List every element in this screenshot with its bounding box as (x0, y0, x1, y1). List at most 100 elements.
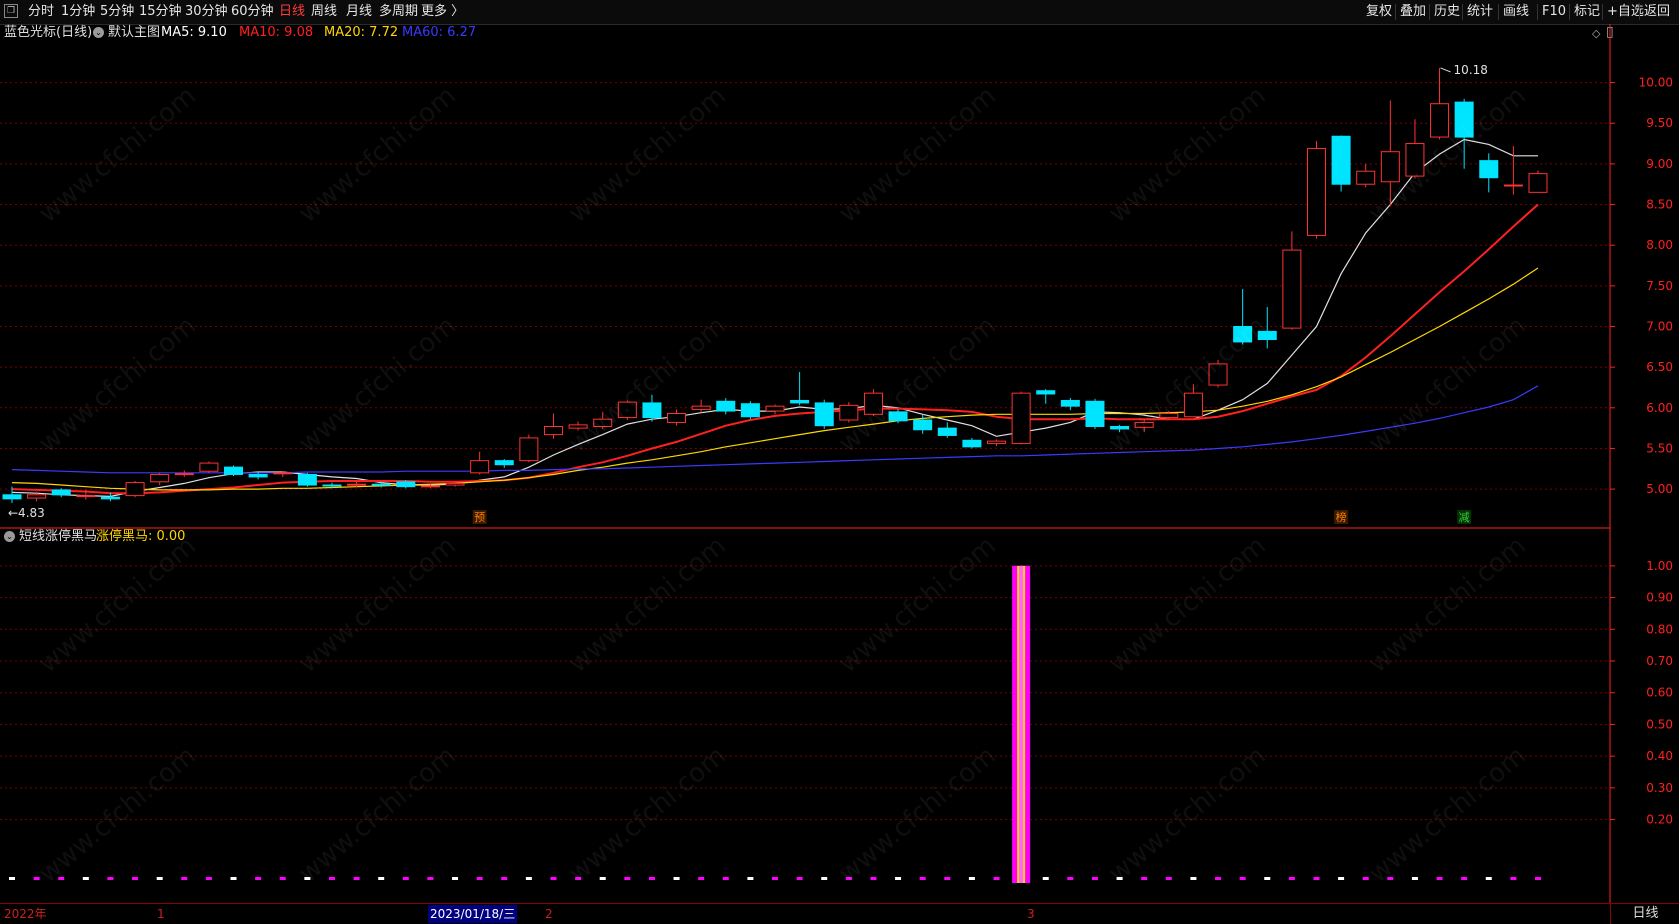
period-tab-2[interactable]: 5分钟 (100, 3, 134, 21)
toolbar-button-8[interactable]: 返回 (1644, 3, 1670, 21)
zero-signal-dot (1264, 877, 1271, 880)
candle-down (1331, 135, 1351, 185)
candle-down (1036, 390, 1056, 395)
zero-signal-dot (230, 877, 237, 880)
sub-indicator-name[interactable]: 短线涨停黑马 (19, 528, 97, 546)
candle-down (248, 473, 268, 478)
zero-signal-dot (1461, 877, 1468, 880)
candle-up (76, 495, 96, 498)
zero-signal-dot (599, 877, 606, 880)
zero-signal-dot (378, 877, 385, 880)
period-tab-6[interactable]: 日线 (279, 3, 305, 21)
signal-bar-highlight (1019, 565, 1024, 883)
zero-signal-dot (1436, 877, 1443, 880)
candle-down (1257, 330, 1277, 341)
candle-down (790, 399, 810, 404)
toolbar-button-1[interactable]: 叠加 (1400, 3, 1426, 21)
zero-signal-dot (772, 877, 778, 880)
toolbar-button-3[interactable]: 统计 (1467, 3, 1493, 21)
toolbar-separator (1569, 4, 1570, 20)
ma20-line (11, 267, 1539, 491)
toolbar-separator (1395, 4, 1396, 20)
candle-up (839, 404, 859, 421)
zero-signal-dot (427, 877, 434, 880)
toolbar-separator (1602, 4, 1603, 20)
period-tab-10[interactable]: 更多 〉 (421, 3, 464, 21)
date-label-month-2: 2 (545, 907, 553, 921)
ma10-line (11, 203, 1539, 495)
event-marker-0: 预 (474, 511, 485, 524)
candle-up (568, 424, 588, 429)
zero-signal-dot (550, 877, 557, 880)
zero-signal-dot (1091, 877, 1098, 880)
candle-up (273, 472, 293, 475)
zero-signal-dot (353, 877, 360, 880)
zero-signal-dot (205, 877, 212, 880)
zero-signal-dot (944, 877, 951, 880)
toolbar-separator (1537, 4, 1538, 20)
candle-up (27, 494, 47, 499)
candle-up (445, 482, 465, 486)
zero-signal-dot (895, 877, 902, 880)
candle-down (937, 427, 957, 436)
candle-up (1134, 421, 1154, 428)
candle-up (1503, 184, 1523, 187)
toolbar-button-5[interactable]: F10 (1542, 3, 1566, 21)
price-tick-label: 9.00 (1646, 157, 1673, 171)
period-tab-1[interactable]: 1分钟 (61, 3, 95, 21)
price-tick-label: 8.00 (1646, 238, 1673, 252)
candle-up (1183, 392, 1203, 418)
zero-signal-dot (402, 877, 409, 880)
zero-signal-dot (107, 877, 114, 880)
price-tick-label: 7.50 (1646, 279, 1673, 293)
candle-down (322, 484, 342, 487)
zero-signal-dot (132, 877, 139, 880)
toolbar-button-4[interactable]: 画线 (1503, 3, 1529, 21)
date-cursor-label: 2023/01/18/三 (428, 905, 518, 923)
zero-signal-dot (1313, 877, 1320, 880)
zero-signal-dot (1535, 877, 1541, 880)
price-tick-label: 6.00 (1646, 401, 1673, 415)
sub-tick-label: 0.90 (1646, 591, 1673, 605)
toolbar-button-6[interactable]: 标记 (1574, 3, 1600, 21)
candle-up (1356, 170, 1376, 185)
zero-signal-dot (476, 877, 483, 880)
period-tab-0[interactable]: 分时 (28, 3, 54, 21)
zero-signal-dot (575, 877, 582, 880)
window-restore-icon[interactable]: ❐ (4, 4, 18, 18)
period-tab-9[interactable]: 多周期 (379, 3, 418, 21)
price-tick-label: 8.50 (1646, 198, 1673, 212)
period-tab-8[interactable]: 月线 (346, 3, 372, 21)
candle-down (100, 496, 120, 500)
toolbar-button-2[interactable]: 历史 (1434, 3, 1460, 21)
period-tab-4[interactable]: 30分钟 (185, 3, 228, 21)
zero-signal-dot (624, 877, 631, 880)
candle-down (1454, 101, 1474, 138)
candle-up (593, 418, 613, 428)
stock-chart[interactable]: 5.00 5.50 6.00 6.50 7.00 7.50 8.00 8.50 9.00 9.50… (0, 24, 1679, 903)
zero-signal-dot (870, 877, 877, 880)
candle-up (1405, 143, 1425, 177)
period-tab-3[interactable]: 15分钟 (139, 3, 182, 21)
toolbar-separator (1462, 4, 1463, 20)
candle-down (642, 402, 662, 419)
sub-tick-label: 0.60 (1646, 686, 1673, 700)
candle-up (1430, 103, 1450, 138)
candle-up (1208, 363, 1228, 386)
zero-signal-dot (821, 877, 828, 880)
zero-signal-dot (722, 877, 729, 880)
candle-down (1085, 400, 1105, 428)
candle-up (347, 483, 367, 486)
candle-up (1282, 249, 1302, 329)
zero-signal-dot (845, 877, 852, 880)
candle-up (420, 485, 440, 488)
candle-up (174, 473, 194, 476)
period-tab-5[interactable]: 60分钟 (231, 3, 274, 21)
toolbar-button-0[interactable]: 复权 (1366, 3, 1392, 21)
zero-signal-dot (796, 877, 803, 880)
period-toolbar: ❐ 分时 1分钟 5分钟 15分钟 30分钟 60分钟 日线 周线 月线 多周期 更多 〉 复权 叠加历… (0, 0, 1679, 25)
zero-signal-dot (1067, 877, 1074, 880)
candle-down (371, 483, 391, 486)
period-tab-7[interactable]: 周线 (311, 3, 337, 21)
toolbar-separator (1639, 4, 1640, 20)
